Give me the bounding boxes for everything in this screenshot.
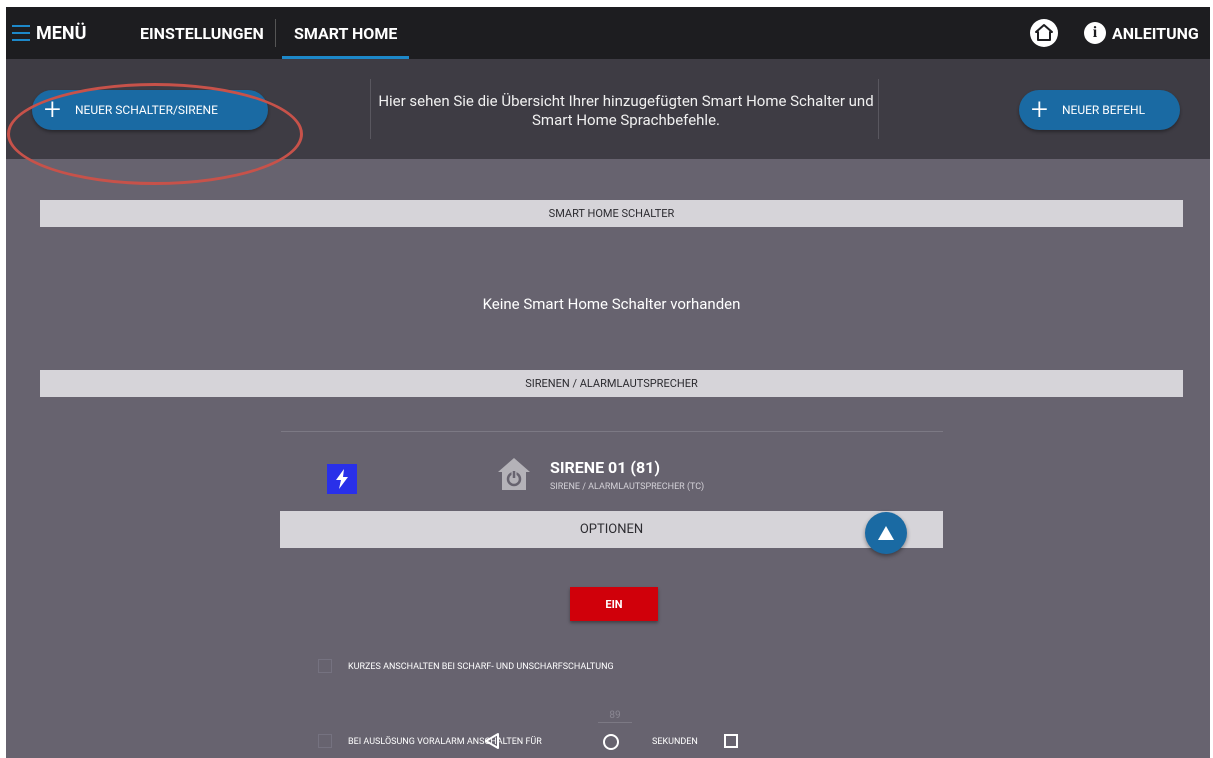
header-divider: [878, 79, 879, 139]
highlight-annotation: [7, 83, 303, 185]
device-name: SIRENE 01 (81): [550, 458, 660, 477]
tab-einstellungen-label: EINSTELLUNGEN: [140, 23, 264, 43]
prealarm-label: BEI AUSLÖSUNG VORALARM ANSCHALTEN FÜR: [348, 737, 542, 747]
header-description: Hier sehen Sie die Übersicht Ihrer hinzu…: [378, 92, 874, 129]
lightning-bolt-icon[interactable]: [327, 464, 357, 494]
device-type: SIRENE / ALARMLAUTSPRECHER (TC): [550, 482, 705, 492]
plus-icon: +: [1031, 92, 1048, 127]
tab-divider: [275, 19, 276, 47]
power-home-icon: [496, 456, 532, 492]
options-bar[interactable]: OPTIONEN: [280, 511, 943, 548]
menu-button[interactable]: MENÜ: [12, 20, 86, 46]
info-icon: i: [1084, 22, 1106, 44]
collapse-options-button[interactable]: [865, 512, 907, 554]
app-window: MENÜ EINSTELLUNGEN SMART HOME i ANLEITUN…: [6, 7, 1210, 758]
seconds-label: SEKUNDEN: [652, 737, 698, 747]
help-label: ANLEITUNG: [1112, 23, 1199, 43]
tab-smart-home[interactable]: SMART HOME: [282, 7, 410, 59]
nav-back-icon[interactable]: [482, 731, 502, 751]
tab-smart-home-label: SMART HOME: [294, 23, 398, 43]
siren-on-button[interactable]: EIN: [570, 587, 658, 621]
options-label: OPTIONEN: [579, 522, 644, 537]
tab-einstellungen[interactable]: EINSTELLUNGEN: [140, 7, 264, 59]
top-navigation-bar: MENÜ EINSTELLUNGEN SMART HOME i ANLEITUN…: [6, 7, 1210, 59]
section-header-sirens: SIRENEN / ALARMLAUTSPRECHER: [40, 370, 1183, 397]
page-header: + NEUER SCHALTER/SIRENE Hier sehen Sie d…: [6, 59, 1210, 185]
section-header-switches: SMART HOME SCHALTER: [40, 200, 1183, 227]
hamburger-menu-icon: [12, 25, 30, 41]
short-switch-checkbox[interactable]: [318, 659, 332, 673]
recent-apps-icon[interactable]: [724, 734, 738, 748]
menu-label: MENÜ: [36, 22, 87, 44]
prealarm-seconds-field[interactable]: 89: [598, 710, 632, 723]
add-command-button[interactable]: + NEUER BEFEHL: [1019, 90, 1180, 130]
nav-home-icon[interactable]: [603, 734, 619, 750]
add-command-label: NEUER BEFEHL: [1061, 103, 1146, 117]
header-divider: [370, 79, 371, 139]
divider: [281, 431, 943, 432]
empty-switches-message: Keine Smart Home Schalter vorhanden: [482, 295, 741, 313]
chevron-up-icon: [878, 526, 894, 540]
help-button[interactable]: i ANLEITUNG: [1084, 20, 1199, 46]
home-icon[interactable]: [1030, 19, 1058, 47]
prealarm-checkbox[interactable]: [318, 734, 332, 748]
short-switch-label: KURZES ANSCHALTEN BEI SCHARF- UND UNSCHA…: [348, 662, 614, 672]
